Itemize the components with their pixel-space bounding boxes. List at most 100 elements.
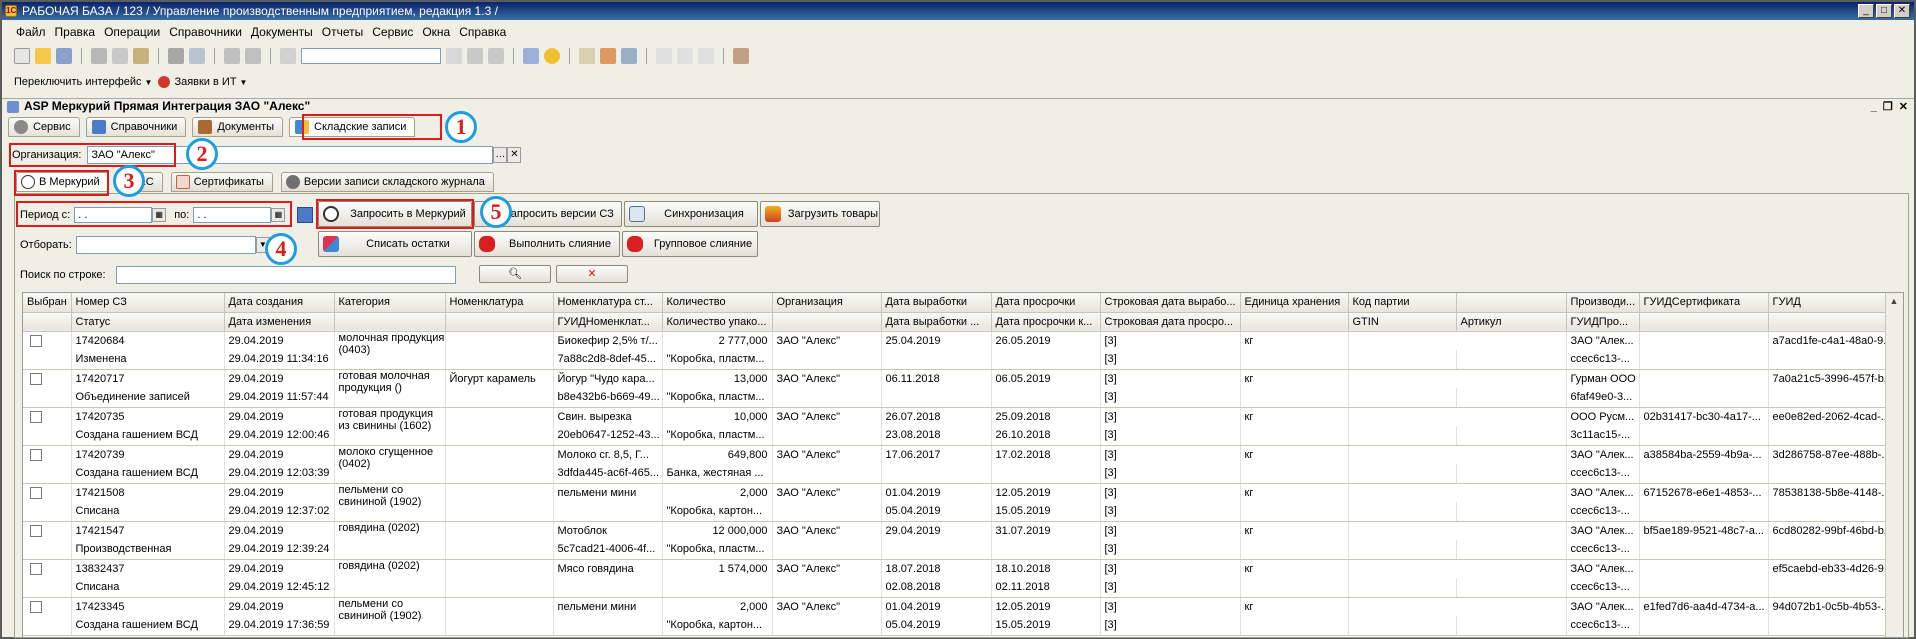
- search-icon[interactable]: [280, 48, 296, 64]
- copy-icon[interactable]: [112, 48, 128, 64]
- calculator-icon[interactable]: [579, 48, 595, 64]
- menu-documents[interactable]: Документы: [251, 25, 313, 39]
- info-icon[interactable]: [544, 48, 560, 64]
- print-icon[interactable]: [168, 48, 184, 64]
- toolbar-search-input[interactable]: [301, 48, 441, 64]
- column-header[interactable]: ГУИД: [1768, 293, 1896, 313]
- column-subheader[interactable]: [1768, 312, 1896, 332]
- new-icon[interactable]: [14, 48, 30, 64]
- clear-search-button[interactable]: ✕: [556, 265, 628, 283]
- column-subheader[interactable]: [23, 312, 72, 332]
- dropdown-arrow-icon[interactable]: ▼: [145, 78, 153, 87]
- tools-icon[interactable]: [733, 48, 749, 64]
- column-header[interactable]: ГУИДСертификата: [1639, 293, 1769, 313]
- column-subheader[interactable]: Дата просрочки к...: [991, 312, 1101, 332]
- column-subheader[interactable]: [445, 312, 554, 332]
- find-next-icon[interactable]: [467, 48, 483, 64]
- menu-help[interactable]: Справка: [459, 25, 506, 39]
- tab-service[interactable]: Сервис: [8, 117, 80, 137]
- column-header[interactable]: Организация: [772, 293, 882, 313]
- menu-file[interactable]: Файл: [16, 25, 46, 39]
- doc-close-button[interactable]: ✕: [1899, 100, 1908, 115]
- close-button[interactable]: ✕: [1894, 4, 1910, 18]
- save-icon[interactable]: [56, 48, 72, 64]
- table-icon[interactable]: [621, 48, 637, 64]
- column-subheader[interactable]: Строковая дата просро...: [1100, 312, 1241, 332]
- column-header[interactable]: Номенклатура: [445, 293, 554, 313]
- menu-reports[interactable]: Отчеты: [322, 25, 363, 39]
- menu-windows[interactable]: Окна: [422, 25, 450, 39]
- paste-icon[interactable]: [133, 48, 149, 64]
- tab-documents[interactable]: Документы: [192, 117, 284, 137]
- calendar-icon[interactable]: [600, 48, 616, 64]
- group-merge-button[interactable]: Групповое слияние: [622, 231, 758, 257]
- column-subheader[interactable]: Количество упако...: [662, 312, 773, 332]
- load-goods-button[interactable]: Загрузить товары: [760, 201, 880, 227]
- memory-minus-icon[interactable]: [698, 48, 714, 64]
- row-checkbox[interactable]: [30, 524, 42, 537]
- search-button[interactable]: 🔍︎: [479, 265, 551, 283]
- column-header[interactable]: Номер СЗ: [71, 293, 225, 313]
- column-header[interactable]: Количество: [662, 293, 773, 313]
- preview-icon[interactable]: [189, 48, 205, 64]
- column-subheader[interactable]: [1639, 312, 1769, 332]
- column-subheader[interactable]: ГУИДПро...: [1566, 312, 1640, 332]
- column-header[interactable]: Производи...: [1566, 293, 1640, 313]
- column-header[interactable]: Дата просрочки: [991, 293, 1101, 313]
- tab-certificates[interactable]: Сертификаты: [170, 172, 273, 192]
- menu-edit[interactable]: Правка: [55, 25, 96, 39]
- column-header[interactable]: Дата создания: [224, 293, 335, 313]
- redo-icon[interactable]: [245, 48, 261, 64]
- column-subheader[interactable]: GTIN: [1348, 312, 1457, 332]
- column-subheader[interactable]: Дата изменения: [224, 312, 335, 332]
- search-input[interactable]: [115, 266, 456, 284]
- switch-interface-button[interactable]: Переключить интерфейс: [14, 76, 142, 88]
- search-clear-icon[interactable]: [446, 48, 462, 64]
- column-header[interactable]: Строковая дата вырабо...: [1100, 293, 1241, 313]
- undo-icon[interactable]: [224, 48, 240, 64]
- organization-select-button[interactable]: …: [493, 147, 508, 163]
- row-checkbox[interactable]: [30, 448, 42, 461]
- column-subheader[interactable]: Статус: [71, 312, 225, 332]
- column-header[interactable]: Номенклатура ст...: [553, 293, 663, 313]
- row-checkbox[interactable]: [30, 486, 42, 499]
- maximize-button[interactable]: □: [1876, 4, 1892, 18]
- it-requests-button[interactable]: Заявки в ИТ: [174, 76, 236, 88]
- tab-journal-versions[interactable]: Версии записи складского журнала: [280, 172, 494, 192]
- tab-catalogs[interactable]: Справочники: [85, 117, 187, 137]
- sync-button[interactable]: Синхронизация: [624, 201, 758, 227]
- vertical-scrollbar[interactable]: ▲: [1885, 293, 1903, 637]
- column-subheader[interactable]: ГУИДНоменклат...: [553, 312, 663, 332]
- row-checkbox[interactable]: [30, 600, 42, 613]
- column-subheader[interactable]: [334, 312, 446, 332]
- column-subheader[interactable]: [1240, 312, 1349, 332]
- column-header[interactable]: Дата выработки: [881, 293, 992, 313]
- menu-operations[interactable]: Операции: [104, 25, 160, 39]
- column-subheader[interactable]: Артикул: [1456, 312, 1567, 332]
- column-header[interactable]: [1456, 293, 1567, 313]
- find-prev-icon[interactable]: [488, 48, 504, 64]
- row-checkbox[interactable]: [30, 562, 42, 575]
- column-header[interactable]: Выбран: [23, 293, 72, 313]
- row-checkbox[interactable]: [30, 372, 42, 385]
- row-checkbox[interactable]: [30, 334, 42, 347]
- column-subheader[interactable]: [772, 312, 882, 332]
- column-subheader[interactable]: Дата выработки ...: [881, 312, 992, 332]
- period-settings-icon[interactable]: [297, 207, 313, 223]
- select-dropdown[interactable]: [75, 236, 256, 254]
- cut-icon[interactable]: [91, 48, 107, 64]
- column-header[interactable]: Единица хранения: [1240, 293, 1349, 313]
- minimize-button[interactable]: _: [1858, 4, 1874, 18]
- menu-catalogs[interactable]: Справочники: [169, 25, 242, 39]
- column-header[interactable]: Код партии: [1348, 293, 1457, 313]
- column-header[interactable]: Категория: [334, 293, 446, 313]
- scroll-up-icon[interactable]: ▲: [1886, 293, 1902, 309]
- doc-restore-button[interactable]: ❐: [1883, 100, 1893, 115]
- memory-icon[interactable]: [656, 48, 672, 64]
- open-folder-icon[interactable]: [35, 48, 51, 64]
- organization-clear-button[interactable]: ✕: [507, 147, 522, 163]
- row-checkbox[interactable]: [30, 410, 42, 423]
- merge-button[interactable]: Выполнить слияние: [474, 231, 620, 257]
- menu-service[interactable]: Сервис: [372, 25, 413, 39]
- windows-icon[interactable]: [523, 48, 539, 64]
